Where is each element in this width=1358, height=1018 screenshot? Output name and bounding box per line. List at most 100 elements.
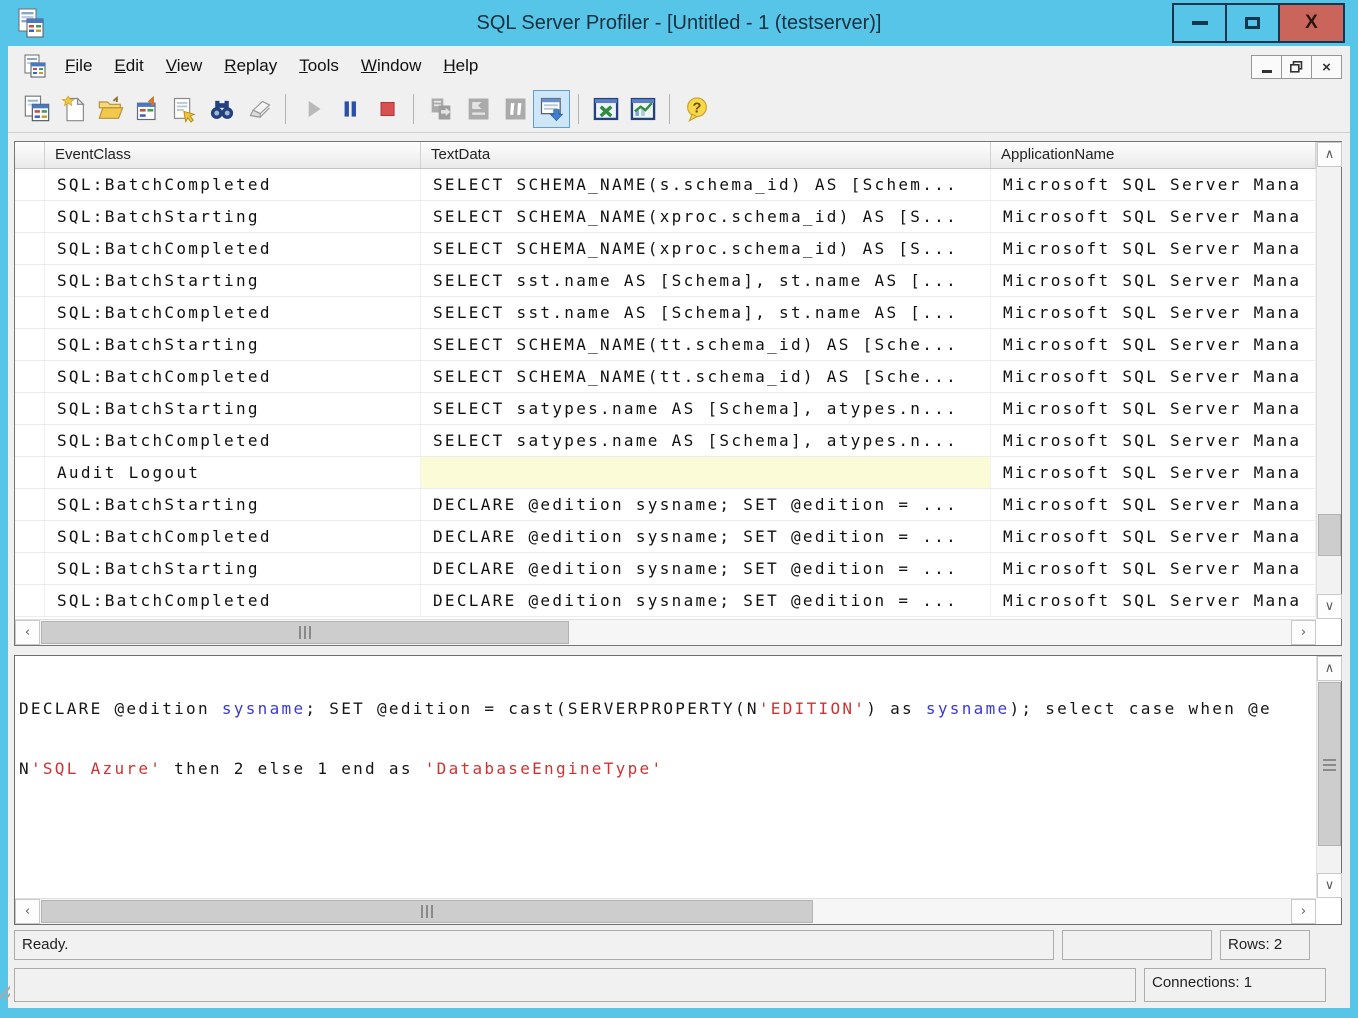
grid-vertical-scrollbar[interactable]: ∧ ∨: [1316, 142, 1341, 619]
execute-one-step-button[interactable]: [422, 90, 459, 128]
text-data-cell: SELECT sst.name AS [Schema], st.name AS …: [421, 297, 991, 328]
maximize-button[interactable]: [1225, 3, 1280, 43]
text-data-cell: SELECT SCHEMA_NAME(tt.schema_id) AS [Sch…: [421, 329, 991, 360]
resize-grip[interactable]: [0, 983, 10, 1000]
mdi-minimize-button[interactable]: [1251, 55, 1282, 79]
application-name-cell: Microsoft SQL Server Mana: [991, 169, 1316, 200]
scroll-left-button[interactable]: ‹: [15, 620, 40, 645]
grid-rows: SQL:BatchCompletedSELECT SCHEMA_NAME(s.s…: [15, 169, 1316, 619]
table-row[interactable]: Audit LogoutMicrosoft SQL Server Mana: [15, 457, 1316, 489]
text-data-cell: DECLARE @edition sysname; SET @edition =…: [421, 521, 991, 552]
table-row[interactable]: SQL:BatchStartingDECLARE @edition sysnam…: [15, 489, 1316, 521]
sql-token: ) as: [866, 699, 926, 718]
status-message: Ready.: [14, 930, 1054, 960]
scroll-left-button[interactable]: ‹: [15, 899, 40, 924]
performance-analysis-button[interactable]: [624, 90, 661, 128]
table-row[interactable]: SQL:BatchCompletedSELECT SCHEMA_NAME(s.s…: [15, 169, 1316, 201]
clear-trace-button[interactable]: [240, 90, 277, 128]
scrollbar-thumb[interactable]: [41, 621, 569, 644]
event-class-cell: Audit Logout: [45, 457, 421, 488]
table-row[interactable]: SQL:BatchStartingSELECT sst.name AS [Sch…: [15, 265, 1316, 297]
run-to-cursor-button[interactable]: [459, 90, 496, 128]
sql-text-area[interactable]: DECLARE @edition sysname; SET @edition =…: [15, 656, 1315, 898]
pause-trace-button[interactable]: [331, 90, 368, 128]
pause-icon: [337, 96, 363, 122]
event-class-cell: SQL:BatchStarting: [45, 265, 421, 296]
application-name-cell: Microsoft SQL Server Mana: [991, 201, 1316, 232]
svg-text:?: ?: [692, 101, 701, 117]
menu-edit[interactable]: Edit: [103, 50, 154, 82]
mdi-window-controls: ×: [1252, 55, 1342, 79]
scroll-up-button[interactable]: ∧: [1317, 142, 1342, 167]
scroll-up-button[interactable]: ∧: [1317, 656, 1342, 681]
window-content: File Edit View Replay Tools Window Help …: [8, 46, 1350, 1008]
table-row[interactable]: SQL:BatchCompletedSELECT sst.name AS [Sc…: [15, 297, 1316, 329]
find-button[interactable]: [203, 90, 240, 128]
table-row[interactable]: SQL:BatchCompletedDECLARE @edition sysna…: [15, 585, 1316, 617]
help-button[interactable]: ?: [678, 90, 715, 128]
scroll-right-button[interactable]: ›: [1291, 899, 1316, 924]
menu-view[interactable]: View: [155, 50, 214, 82]
table-row[interactable]: SQL:BatchStartingDECLARE @edition sysnam…: [15, 553, 1316, 585]
start-replay-button[interactable]: [294, 90, 331, 128]
table-row[interactable]: SQL:BatchStartingSELECT SCHEMA_NAME(xpro…: [15, 201, 1316, 233]
scroll-down-button[interactable]: ∨: [1317, 594, 1342, 619]
textpane-vertical-scrollbar[interactable]: ∧ ∨: [1316, 656, 1341, 898]
new-file-button[interactable]: [55, 90, 92, 128]
toggle-breakpoint-button[interactable]: [496, 90, 533, 128]
application-name-cell: Microsoft SQL Server Mana: [991, 585, 1316, 616]
table-row[interactable]: SQL:BatchStartingSELECT SCHEMA_NAME(tt.s…: [15, 329, 1316, 361]
minimize-button[interactable]: [1172, 3, 1227, 43]
column-header-applicationname[interactable]: ApplicationName: [991, 142, 1316, 168]
toolbar-separator: [285, 94, 286, 124]
open-trace-button[interactable]: [92, 90, 129, 128]
menu-file[interactable]: File: [54, 50, 103, 82]
sql-token: ); select case when @e: [1009, 699, 1272, 718]
stop-trace-button[interactable]: [368, 90, 405, 128]
table-row[interactable]: SQL:BatchCompletedSELECT satypes.name AS…: [15, 425, 1316, 457]
sql-token: DECLARE @edition: [19, 699, 222, 718]
save-trace-button[interactable]: [129, 90, 166, 128]
extract-event-data-button[interactable]: [587, 90, 624, 128]
table-row[interactable]: SQL:BatchCompletedDECLARE @edition sysna…: [15, 521, 1316, 553]
close-button[interactable]: X: [1278, 3, 1345, 43]
trace-properties-button[interactable]: [166, 90, 203, 128]
text-data-cell: SELECT SCHEMA_NAME(s.schema_id) AS [Sche…: [421, 169, 991, 200]
application-name-cell: Microsoft SQL Server Mana: [991, 329, 1316, 360]
mdi-close-button[interactable]: ×: [1311, 55, 1342, 79]
rows-count: Rows: 2: [1220, 930, 1310, 960]
table-row[interactable]: SQL:BatchCompletedSELECT SCHEMA_NAME(xpr…: [15, 233, 1316, 265]
scroll-down-button[interactable]: ∨: [1317, 873, 1342, 898]
find-icon: [208, 95, 236, 123]
menu-replay[interactable]: Replay: [213, 50, 288, 82]
scroll-right-button[interactable]: ›: [1291, 620, 1316, 645]
application-name-cell: Microsoft SQL Server Mana: [991, 489, 1316, 520]
application-name-cell: Microsoft SQL Server Mana: [991, 425, 1316, 456]
event-class-cell: SQL:BatchStarting: [45, 201, 421, 232]
menu-help[interactable]: Help: [432, 50, 489, 82]
event-class-cell: SQL:BatchStarting: [45, 393, 421, 424]
grid-horizontal-scrollbar[interactable]: ‹ ›: [15, 619, 1316, 645]
menu-window[interactable]: Window: [350, 50, 432, 82]
auto-scroll-button[interactable]: [533, 90, 570, 128]
auto-scroll-icon: [538, 95, 566, 123]
table-row[interactable]: SQL:BatchStartingSELECT satypes.name AS …: [15, 393, 1316, 425]
close-icon: X: [1305, 12, 1318, 34]
table-row[interactable]: SQL:BatchCompletedSELECT SCHEMA_NAME(tt.…: [15, 361, 1316, 393]
column-header-eventclass[interactable]: EventClass: [45, 142, 421, 168]
play-icon: [300, 96, 326, 122]
sql-text-pane: DECLARE @edition sysname; SET @edition =…: [14, 655, 1342, 925]
new-trace-button[interactable]: [18, 90, 55, 128]
row-selector-header[interactable]: [15, 142, 45, 168]
scrollbar-thumb[interactable]: [41, 900, 813, 923]
sql-token: 'DatabaseEngineType': [425, 759, 664, 778]
application-name-cell: Microsoft SQL Server Mana: [991, 361, 1316, 392]
mdi-restore-button[interactable]: [1281, 55, 1312, 79]
toolbar: ?: [8, 86, 1350, 133]
scrollbar-thumb[interactable]: [1318, 514, 1341, 556]
menu-tools[interactable]: Tools: [288, 50, 350, 82]
textpane-horizontal-scrollbar[interactable]: ‹ ›: [15, 898, 1316, 924]
sql-token: sysname: [222, 699, 306, 718]
scrollbar-thumb[interactable]: [1318, 682, 1341, 846]
column-header-textdata[interactable]: TextData: [421, 142, 991, 168]
